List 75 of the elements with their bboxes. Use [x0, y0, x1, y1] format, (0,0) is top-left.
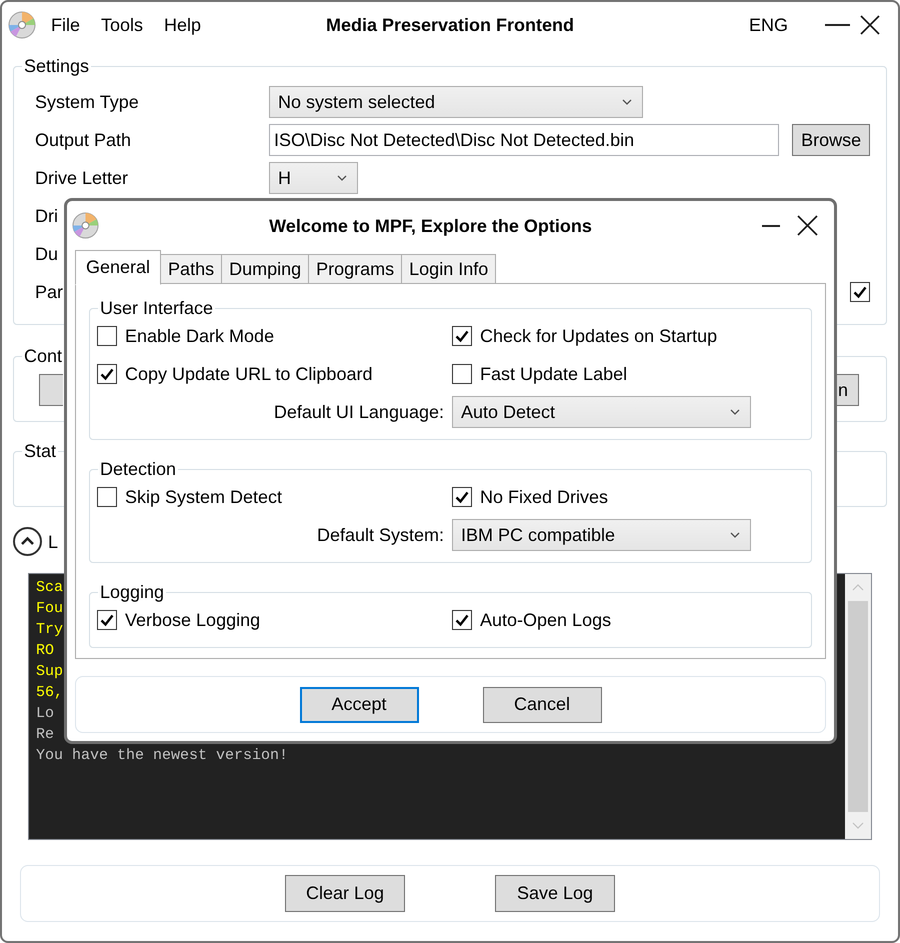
- menu-item[interactable]: File: [51, 14, 80, 36]
- field-label: Du: [35, 244, 58, 264]
- dropdown[interactable]: H: [269, 162, 358, 194]
- close-icon[interactable]: [860, 15, 880, 35]
- disc-icon: [8, 11, 36, 39]
- checkbox[interactable]: [97, 487, 117, 507]
- field-label: Default UI Language:: [274, 401, 444, 423]
- field-label: Default System:: [316, 524, 444, 546]
- checkbox-label[interactable]: Fast Update Label: [480, 363, 628, 385]
- log-line: Sup: [36, 662, 64, 682]
- group-title: Stat: [23, 440, 58, 462]
- tab[interactable]: Dumping: [221, 254, 310, 284]
- log-line: You have the newest version!: [36, 746, 288, 766]
- collapse-icon[interactable]: [13, 527, 42, 556]
- log-line: Sca: [36, 578, 64, 598]
- checkbox-label[interactable]: Auto-Open Logs: [480, 609, 612, 631]
- chevron-down-icon: [622, 99, 632, 105]
- path-field[interactable]: ISO\Disc Not Detected\Disc Not Detected.bin: [269, 124, 780, 156]
- field-label: Par: [35, 282, 64, 302]
- group-title: Logging: [99, 581, 166, 603]
- button[interactable]: [39, 374, 63, 406]
- field-label: System Type: [35, 92, 139, 112]
- dialog-button[interactable]: Cancel: [482, 686, 602, 722]
- checkbox[interactable]: [97, 364, 117, 384]
- checkbox[interactable]: [850, 282, 870, 302]
- log-line: Re: [36, 725, 54, 745]
- checkbox[interactable]: [452, 364, 472, 384]
- dropdown[interactable]: Auto Detect: [452, 396, 751, 428]
- field-label: Dri: [35, 206, 58, 226]
- menu-item[interactable]: Tools: [101, 14, 144, 36]
- dialog-button[interactable]: Accept: [300, 686, 418, 722]
- tab[interactable]: Programs: [308, 254, 402, 284]
- chevron-down-icon: [730, 532, 740, 538]
- dropdown[interactable]: IBM PC compatible: [452, 519, 751, 551]
- tab[interactable]: General: [75, 250, 162, 285]
- checkbox-label[interactable]: Verbose Logging: [125, 609, 260, 631]
- button[interactable]: n: [837, 374, 859, 406]
- log-line: Fou: [36, 599, 64, 619]
- group-title: Detection: [99, 458, 178, 480]
- tab[interactable]: Paths: [160, 254, 222, 284]
- log-line: Try: [36, 620, 64, 640]
- chevron-down-icon: [337, 175, 347, 181]
- tab[interactable]: Login Info: [401, 254, 496, 284]
- checkbox[interactable]: [97, 610, 117, 630]
- group-title: Cont: [23, 345, 64, 367]
- checkbox-label[interactable]: Skip System Detect: [125, 486, 282, 508]
- checkbox[interactable]: [97, 326, 117, 346]
- dialog-title: Welcome to MPF, Explore the Options: [269, 216, 592, 236]
- section-label: L: [48, 530, 58, 552]
- minimize-icon[interactable]: [762, 224, 780, 226]
- scrollbar-thumb[interactable]: [848, 601, 868, 812]
- menu-item[interactable]: Help: [164, 14, 202, 36]
- log-line: RO: [36, 641, 54, 661]
- checkbox-label[interactable]: Check for Updates on Startup: [480, 325, 718, 347]
- log-action-button[interactable]: Save Log: [495, 875, 615, 912]
- log-line: Lo: [36, 704, 54, 724]
- close-icon[interactable]: [797, 215, 818, 236]
- chevron-down-icon: [730, 409, 740, 415]
- dropdown[interactable]: No system selected: [269, 86, 643, 118]
- window-title: Media Preservation Frontend: [326, 14, 574, 36]
- group-title: Settings: [23, 55, 90, 77]
- log-line: 56,: [36, 683, 64, 703]
- field-label: Output Path: [35, 130, 132, 150]
- checkbox-label[interactable]: No Fixed Drives: [480, 486, 608, 508]
- language-indicator[interactable]: ENG: [748, 14, 788, 36]
- browse-button[interactable]: Browse: [792, 124, 870, 156]
- disc-icon: [72, 212, 99, 239]
- field-label: Drive Letter: [35, 168, 128, 188]
- checkbox-label[interactable]: Enable Dark Mode: [125, 325, 274, 347]
- checkbox[interactable]: [452, 326, 472, 346]
- checkbox[interactable]: [452, 610, 472, 630]
- log-action-button[interactable]: Clear Log: [285, 875, 405, 912]
- checkbox[interactable]: [452, 487, 472, 507]
- group-title: User Interface: [99, 297, 214, 319]
- checkbox-label[interactable]: Copy Update URL to Clipboard: [125, 363, 372, 385]
